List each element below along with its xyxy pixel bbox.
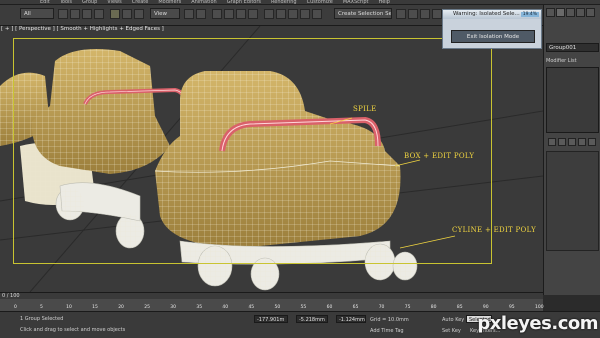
track-bar-tick: 25 bbox=[144, 305, 150, 310]
select-and-manipulate-button[interactable] bbox=[196, 9, 206, 19]
configure-sets-icon[interactable] bbox=[588, 138, 596, 146]
track-bar-tick: 35 bbox=[196, 305, 203, 310]
angle-snap-button[interactable] bbox=[224, 9, 234, 19]
track-bar-tick: 65 bbox=[352, 305, 359, 310]
remove-modifier-icon[interactable] bbox=[578, 138, 586, 146]
z-coordinate-field[interactable]: -1.124mm bbox=[336, 315, 366, 323]
edit-named-selection-button[interactable] bbox=[264, 9, 274, 19]
display-tab[interactable] bbox=[586, 8, 595, 17]
track-bar[interactable]: 0 5 10 15 20 25 30 35 40 45 50 55 60 65 70 75 80 85 90 95 10… bbox=[0, 299, 544, 311]
track-bar-tick: 45 bbox=[248, 305, 255, 310]
selection-count: 1 Group Selected bbox=[20, 316, 64, 322]
track-bar-tick: 20 bbox=[118, 305, 124, 310]
track-bar-tick: 30 bbox=[170, 305, 177, 310]
material-editor-button[interactable] bbox=[396, 9, 406, 19]
prompt-line: Click and drag to select and move object… bbox=[20, 327, 126, 333]
named-selection-dropdown[interactable]: Create Selection Se bbox=[334, 8, 392, 19]
select-object-button[interactable] bbox=[58, 9, 68, 19]
pivot-center-button[interactable] bbox=[184, 9, 194, 19]
track-bar-tick: 85 bbox=[456, 305, 463, 310]
object-name-field[interactable]: Group001 bbox=[546, 43, 599, 52]
track-bar-tick: 70 bbox=[378, 305, 385, 310]
track-bar-tick: 95 bbox=[508, 305, 515, 310]
track-bar-tick: 90 bbox=[482, 305, 489, 310]
hierarchy-tab[interactable] bbox=[566, 8, 575, 17]
track-bar-tick: 55 bbox=[300, 305, 307, 310]
grid-size-readout: Grid = 10.0mm bbox=[370, 317, 409, 323]
track-bar-tick: 50 bbox=[274, 305, 281, 310]
mirror-button[interactable] bbox=[276, 9, 286, 19]
snaps-toggle-button[interactable] bbox=[212, 9, 222, 19]
isolation-warning-dialog: Warning: Isolated Sele... Exit Isolation… bbox=[442, 9, 542, 49]
track-bar-tick: 80 bbox=[430, 305, 437, 310]
track-bar-tick: 100 bbox=[535, 305, 544, 310]
select-and-rotate-button[interactable] bbox=[122, 9, 132, 19]
command-panel: Group001 Modifier List bbox=[543, 5, 600, 295]
selection-filter-dropdown[interactable]: All bbox=[20, 8, 54, 19]
spinner-snap-button[interactable] bbox=[248, 9, 258, 19]
percent-snap-button[interactable] bbox=[236, 9, 246, 19]
annotation-spile: SPILE bbox=[353, 105, 377, 113]
track-bar-tick: 10 bbox=[66, 305, 72, 310]
render-frame-button[interactable] bbox=[420, 9, 430, 19]
track-bar-tick: 40 bbox=[222, 305, 229, 310]
quick-render-button[interactable] bbox=[432, 9, 442, 19]
track-bar-tick: 60 bbox=[326, 305, 333, 310]
pin-stack-icon[interactable] bbox=[548, 138, 556, 146]
create-tab[interactable] bbox=[546, 8, 555, 17]
make-unique-icon[interactable] bbox=[568, 138, 576, 146]
modifier-list-dropdown[interactable]: Modifier List bbox=[546, 57, 599, 65]
watermark-logo: pxleyes.com bbox=[477, 313, 598, 334]
track-bar-tick: 5 bbox=[40, 305, 43, 310]
reference-coord-dropdown[interactable]: View bbox=[150, 8, 180, 19]
y-coordinate-field[interactable]: -5.218mm bbox=[296, 315, 328, 323]
track-bar-tick: 15 bbox=[92, 305, 98, 310]
align-button[interactable] bbox=[288, 9, 298, 19]
safe-frame-border bbox=[13, 38, 492, 264]
set-key-button[interactable]: Set Key bbox=[442, 328, 461, 334]
modify-tab[interactable] bbox=[556, 8, 565, 17]
render-setup-button[interactable] bbox=[408, 9, 418, 19]
parameters-rollout bbox=[546, 151, 599, 251]
auto-key-button[interactable]: Auto Key bbox=[442, 317, 464, 323]
track-bar-tick: 75 bbox=[404, 305, 411, 310]
viewport-label[interactable]: [ + ] [ Perspective ] [ Smooth + Highlig… bbox=[0, 26, 164, 32]
annotation-cyline-edit-poly: CYLINE + EDIT POLY bbox=[452, 226, 536, 234]
select-by-name-button[interactable] bbox=[70, 9, 80, 19]
window-crossing-button[interactable] bbox=[94, 9, 104, 19]
layer-manager-button[interactable] bbox=[300, 9, 310, 19]
curve-editor-button[interactable] bbox=[312, 9, 322, 19]
isolation-percent-badge: 19.4% bbox=[520, 12, 539, 17]
modifier-stack[interactable] bbox=[546, 67, 599, 133]
show-end-result-icon[interactable] bbox=[558, 138, 566, 146]
rect-selection-button[interactable] bbox=[82, 9, 92, 19]
exit-isolation-button[interactable]: Exit Isolation Mode bbox=[451, 30, 535, 43]
x-coordinate-field[interactable]: -177.901m bbox=[254, 315, 288, 323]
add-time-tag-button[interactable]: Add Time Tag bbox=[370, 328, 404, 334]
motion-tab[interactable] bbox=[576, 8, 585, 17]
track-bar-tick: 0 bbox=[14, 305, 17, 310]
annotation-box-edit-poly: BOX + EDIT POLY bbox=[404, 152, 475, 160]
select-and-scale-button[interactable] bbox=[134, 9, 144, 19]
select-and-move-button[interactable] bbox=[110, 9, 120, 19]
